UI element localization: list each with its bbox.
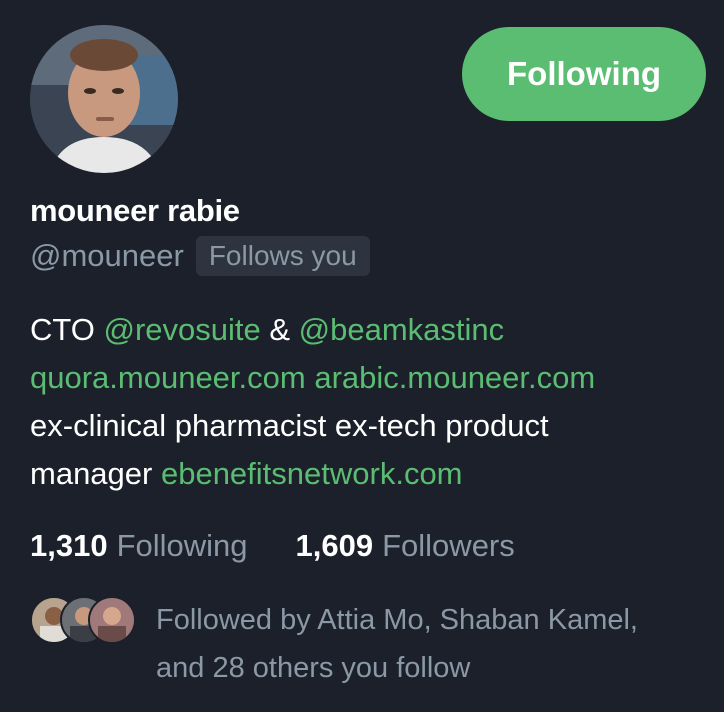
followers-count: 1,609	[295, 528, 374, 563]
mutual-line-2: and 28 others you follow	[156, 652, 471, 684]
follows-you-badge: Follows you	[195, 236, 370, 276]
mention-revosuite[interactable]: @revosuite	[104, 312, 261, 347]
following-stat[interactable]: 1,310 Following	[30, 528, 248, 564]
link-quora[interactable]: quora.mouneer.com	[30, 360, 306, 395]
mutual-followers-text: Followed by Attia Mo, Shaban Kamel, and …	[156, 596, 696, 692]
following-label: Following	[116, 528, 248, 563]
profile-avatar[interactable]	[30, 25, 178, 173]
mutual-avatar-3	[88, 596, 136, 644]
profile-handle: @mouneer	[30, 238, 184, 273]
mutual-avatars	[30, 596, 136, 644]
bio-text-cto: CTO	[30, 312, 104, 347]
mention-beamkastinc[interactable]: @beamkastinc	[299, 312, 505, 347]
mutual-line-1: Followed by Attia Mo, Shaban Kamel,	[156, 604, 638, 636]
bio-text-ampersand: &	[260, 312, 299, 347]
bio-line-4: manager ebenefitsnetwork.com	[30, 450, 710, 498]
bio-text-manager: manager	[30, 456, 161, 491]
link-ebenefits[interactable]: ebenefitsnetwork.com	[161, 456, 463, 491]
followers-stat[interactable]: 1,609 Followers	[296, 528, 515, 564]
bio-line-1: CTO @revosuite & @beamkastinc	[30, 306, 710, 354]
mutual-followers[interactable]: Followed by Attia Mo, Shaban Kamel, and …	[30, 596, 696, 692]
bio-line-2: quora.mouneer.com arabic.mouneer.com	[30, 354, 710, 402]
followers-label: Followers	[382, 528, 515, 563]
bio-line-3: ex-clinical pharmacist ex-tech product	[30, 408, 549, 443]
following-button[interactable]: Following	[462, 27, 706, 121]
link-arabic[interactable]: arabic.mouneer.com	[314, 360, 595, 395]
profile-bio: CTO @revosuite & @beamkastinc quora.moun…	[30, 306, 710, 498]
profile-name: mouneer rabie	[30, 193, 240, 228]
following-count: 1,310	[30, 528, 108, 563]
handle-row: @mouneer Follows you	[30, 236, 370, 276]
profile-stats: 1,310 Following 1,609 Followers	[30, 528, 515, 564]
